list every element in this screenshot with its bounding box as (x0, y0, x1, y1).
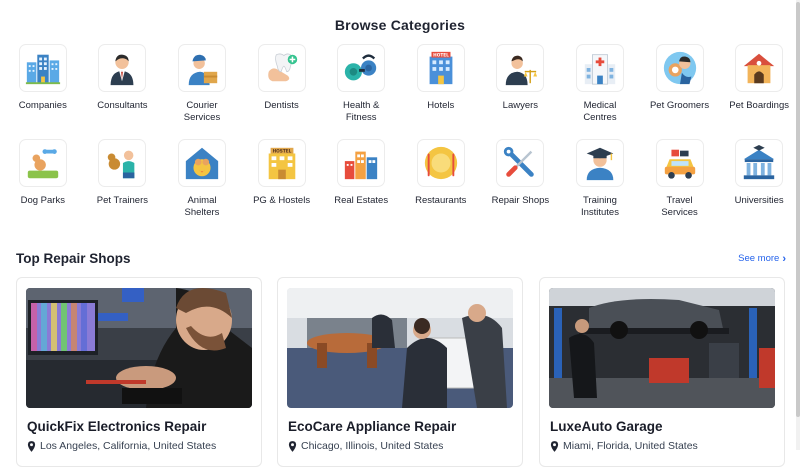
page-title-browse: Browse Categories (334, 17, 466, 33)
category-pg-hostels[interactable]: HOSTEL PG & Hostels (242, 139, 322, 234)
plate-cutlery-icon (424, 146, 457, 180)
category-repair-shops[interactable]: Repair Shops (481, 139, 561, 234)
shop-card[interactable]: EcoCare Appliance Repair Chicago, Illino… (277, 277, 523, 467)
dumbbell-icon (345, 54, 377, 81)
hotel-icon: HOTEL (429, 51, 453, 85)
category-label: Dog Parks (20, 195, 65, 206)
travel-car-icon (664, 149, 695, 179)
shop-location: Los Angeles, California, United States (27, 440, 216, 452)
category-medical-centres[interactable]: Medical Centres (560, 44, 640, 139)
shop-photo (287, 288, 513, 408)
svg-text:HOSTEL: HOSTEL (272, 149, 291, 155)
shop-location-text: Los Angeles, California, United States (40, 440, 217, 452)
category-dog-parks[interactable]: Dog Parks (3, 139, 83, 234)
chevron-right-icon: › (782, 252, 786, 265)
scrollbar-thumb[interactable] (796, 2, 800, 417)
category-label: Training Institutes (580, 195, 619, 218)
category-label: Travel Services (661, 195, 698, 218)
category-restaurants[interactable]: Restaurants (401, 139, 481, 234)
university-icon (743, 144, 775, 180)
category-hotels[interactable]: HOTEL Hotels (401, 44, 481, 139)
pet-trainer-icon (108, 150, 135, 179)
see-more-label: See more (738, 253, 780, 264)
shop-card[interactable]: LuxeAuto Garage Miami, Florida, United S… (539, 277, 785, 467)
category-health-fitness[interactable]: Health & Fitness (321, 44, 401, 139)
graduate-icon (586, 147, 614, 181)
doghouse-icon (743, 53, 775, 84)
real-estate-icon (345, 151, 378, 180)
category-lawyers[interactable]: Lawyers (481, 44, 561, 139)
shop-name: QuickFix Electronics Repair (27, 419, 207, 434)
category-label: Health & Fitness (342, 100, 380, 123)
category-pet-boardings[interactable]: Pet Boardings (719, 44, 799, 139)
dog-park-icon (27, 149, 58, 179)
lawyer-icon (506, 55, 538, 86)
category-dentists[interactable]: Dentists (242, 44, 322, 139)
category-label: Pet Trainers (96, 195, 148, 206)
category-label: Animal Shelters (184, 195, 220, 218)
category-label: Consultants (97, 100, 148, 111)
shop-location-text: Miami, Florida, United States (563, 440, 698, 452)
shop-card[interactable]: QuickFix Electronics Repair Los Angeles,… (16, 277, 262, 467)
category-universities[interactable]: Universities (719, 139, 799, 234)
hostel-icon: HOSTEL (268, 147, 295, 180)
shop-photo (26, 288, 252, 408)
category-label: Medical Centres (583, 100, 617, 123)
category-label: Pet Boardings (729, 100, 789, 111)
category-label: PG & Hostels (253, 195, 311, 206)
category-companies[interactable]: Companies (3, 44, 83, 139)
hospital-icon (584, 54, 616, 85)
office-buildings-icon (25, 54, 60, 85)
category-label: Courier Services (183, 100, 221, 123)
category-courier[interactable]: Courier Services (162, 44, 242, 139)
category-pet-trainers[interactable]: Pet Trainers (83, 139, 163, 234)
see-more-link[interactable]: See more › (738, 253, 786, 264)
category-label: Companies (18, 100, 67, 111)
animal-shelter-icon (185, 147, 219, 180)
category-label: Pet Groomers (649, 100, 710, 111)
category-grid: Companies Consultants Courier Services D… (3, 44, 800, 234)
tooth-icon (267, 53, 297, 82)
category-label: Dentists (264, 100, 299, 111)
shop-location: Chicago, Illinois, United States (288, 440, 443, 452)
category-label: Lawyers (502, 100, 539, 111)
category-label: Restaurants (415, 195, 467, 206)
category-label: Universities (734, 195, 784, 206)
category-travel-services[interactable]: Travel Services (640, 139, 720, 234)
pet-groomer-icon (663, 51, 696, 85)
section-title-repair-shops: Top Repair Shops (16, 251, 131, 266)
category-label: Real Estates (334, 195, 389, 206)
courier-icon (188, 54, 218, 86)
category-animal-shelters[interactable]: Animal Shelters (162, 139, 242, 234)
businessman-icon (110, 54, 134, 86)
category-label: Repair Shops (491, 195, 550, 206)
category-pet-groomers[interactable]: Pet Groomers (640, 44, 720, 139)
wrench-screwdriver-icon (504, 146, 535, 177)
shop-location: Miami, Florida, United States (550, 440, 698, 452)
svg-text:HOTEL: HOTEL (433, 53, 449, 59)
scrollbar[interactable] (796, 0, 800, 450)
shop-name: LuxeAuto Garage (550, 419, 663, 434)
shop-photo (549, 288, 775, 408)
shop-location-text: Chicago, Illinois, United States (301, 440, 444, 452)
category-consultants[interactable]: Consultants (83, 44, 163, 139)
category-label: Hotels (427, 100, 455, 111)
category-training-institutes[interactable]: Training Institutes (560, 139, 640, 234)
category-real-estates[interactable]: Real Estates (321, 139, 401, 234)
shop-name: EcoCare Appliance Repair (288, 419, 457, 434)
